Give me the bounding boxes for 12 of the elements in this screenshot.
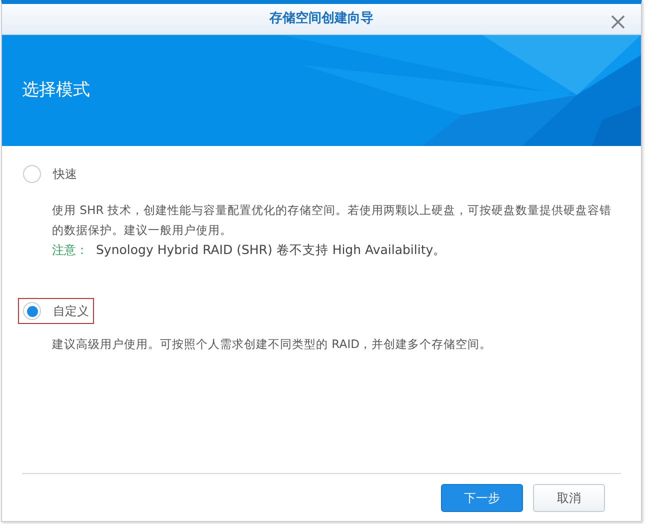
- radio-button[interactable]: [23, 165, 41, 183]
- next-button[interactable]: 下一步: [441, 484, 523, 512]
- window-title: 存储空间创建向导: [270, 10, 374, 28]
- radio-button[interactable]: [23, 302, 41, 320]
- option-label[interactable]: 快速: [53, 165, 77, 183]
- banner-title: 选择模式: [22, 79, 90, 102]
- option-description: 使用 SHR 技术，创建性能与容量配置优化的存储空间。若使用两颗以上硬盘，可按硬盘数量提供硬盘容错的数据保护。建议一般用户使用。: [52, 202, 613, 239]
- note-text: Synology Hybrid RAID (SHR) 卷不支持 High Availability。: [96, 241, 446, 259]
- option-label[interactable]: 自定义: [53, 302, 89, 320]
- cancel-button[interactable]: 取消: [533, 484, 605, 512]
- option-description: 建议高级用户使用。可按照个人需求创建不同类型的 RAID，并创建多个存储空间。: [52, 336, 493, 353]
- note-label: 注意：: [52, 242, 88, 259]
